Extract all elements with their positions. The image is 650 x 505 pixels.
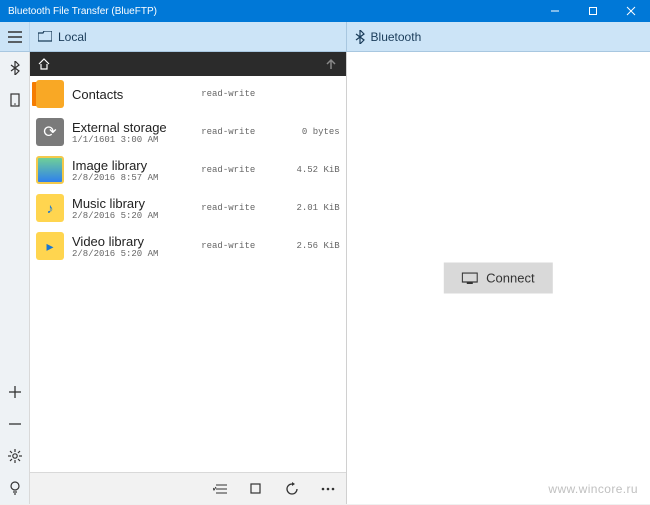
more-button[interactable]: [310, 473, 346, 505]
bluetooth-icon: [355, 30, 365, 44]
contacts-icon: [36, 80, 64, 108]
sidebar-device-button[interactable]: [0, 84, 29, 116]
arrow-up-icon: [324, 57, 338, 71]
item-perm: read-write: [201, 241, 284, 251]
folder-icon: [38, 31, 52, 43]
file-list[interactable]: Contacts read-write ⟳ External storage1/…: [30, 76, 346, 472]
item-name: External storage: [72, 120, 201, 135]
device-icon: [9, 93, 21, 107]
storage-icon: ⟳: [36, 118, 64, 146]
window-title: Bluetooth File Transfer (BlueFTP): [8, 6, 536, 17]
hamburger-icon: [8, 31, 22, 43]
toolbar: Local Bluetooth: [0, 22, 650, 52]
item-name: Image library: [72, 158, 201, 173]
connect-label: Connect: [486, 271, 534, 286]
bulb-icon: [9, 481, 21, 495]
list-item[interactable]: Video library2/8/2016 5:20 AM read-write…: [30, 228, 346, 266]
item-name: Video library: [72, 234, 201, 249]
close-button[interactable]: [612, 0, 650, 22]
sidebar-remove-button[interactable]: [0, 408, 29, 440]
copy-icon: [250, 483, 262, 495]
item-perm: read-write: [201, 89, 284, 99]
item-date: 2/8/2016 5:20 AM: [72, 211, 201, 221]
image-icon: [36, 156, 64, 184]
gear-icon: [8, 449, 22, 463]
item-size: 2.01 KiB: [284, 203, 339, 213]
list-item[interactable]: Image library2/8/2016 8:57 AM read-write…: [30, 152, 346, 190]
sidebar: [0, 52, 30, 504]
select-button[interactable]: [202, 473, 238, 505]
item-perm: read-write: [201, 127, 284, 137]
item-date: 1/1/1601 3:00 AM: [72, 135, 201, 145]
item-perm: read-write: [201, 165, 284, 175]
tab-local[interactable]: Local: [30, 22, 346, 51]
refresh-icon: [285, 482, 299, 496]
list-item[interactable]: Contacts read-write: [30, 76, 346, 114]
refresh-button[interactable]: [274, 473, 310, 505]
cast-icon: [462, 272, 478, 284]
up-button[interactable]: [324, 57, 338, 71]
video-icon: [36, 232, 64, 260]
minimize-button[interactable]: [536, 0, 574, 22]
bottom-toolbar: [30, 472, 346, 504]
sidebar-bluetooth-button[interactable]: [0, 52, 29, 84]
bluetooth-pane: Connect: [347, 52, 650, 504]
titlebar: Bluetooth File Transfer (BlueFTP): [0, 0, 650, 22]
item-size: 2.56 KiB: [284, 241, 339, 251]
item-size: 0 bytes: [284, 127, 339, 137]
list-check-icon: [213, 483, 227, 495]
tab-bluetooth-label: Bluetooth: [371, 30, 422, 44]
list-item[interactable]: ⟳ External storage1/1/1601 3:00 AM read-…: [30, 114, 346, 152]
tab-local-label: Local: [58, 30, 87, 44]
more-icon: [321, 487, 335, 491]
home-icon[interactable]: [38, 58, 50, 70]
connect-button[interactable]: Connect: [444, 263, 552, 294]
item-date: 2/8/2016 5:20 AM: [72, 249, 201, 259]
copy-button[interactable]: [238, 473, 274, 505]
item-name: Contacts: [72, 87, 201, 102]
pathbar: [30, 52, 346, 76]
tab-bluetooth[interactable]: Bluetooth: [347, 22, 650, 51]
local-pane: Contacts read-write ⟳ External storage1/…: [30, 52, 347, 504]
sidebar-tip-button[interactable]: [0, 472, 29, 504]
sidebar-settings-button[interactable]: [0, 440, 29, 472]
sidebar-add-button[interactable]: [0, 376, 29, 408]
music-icon: [36, 194, 64, 222]
item-size: 4.52 KiB: [284, 165, 339, 175]
item-date: 2/8/2016 8:57 AM: [72, 173, 201, 183]
bluetooth-icon: [10, 61, 20, 75]
list-item[interactable]: Music library2/8/2016 5:20 AM read-write…: [30, 190, 346, 228]
hamburger-button[interactable]: [0, 22, 30, 51]
maximize-button[interactable]: [574, 0, 612, 22]
item-perm: read-write: [201, 203, 284, 213]
plus-icon: [8, 385, 22, 399]
item-name: Music library: [72, 196, 201, 211]
minus-icon: [8, 417, 22, 431]
